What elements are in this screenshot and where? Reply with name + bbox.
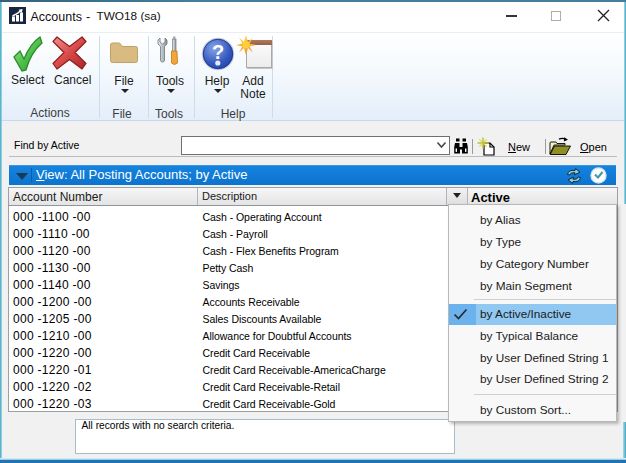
svg-text:?: ? <box>212 41 224 63</box>
